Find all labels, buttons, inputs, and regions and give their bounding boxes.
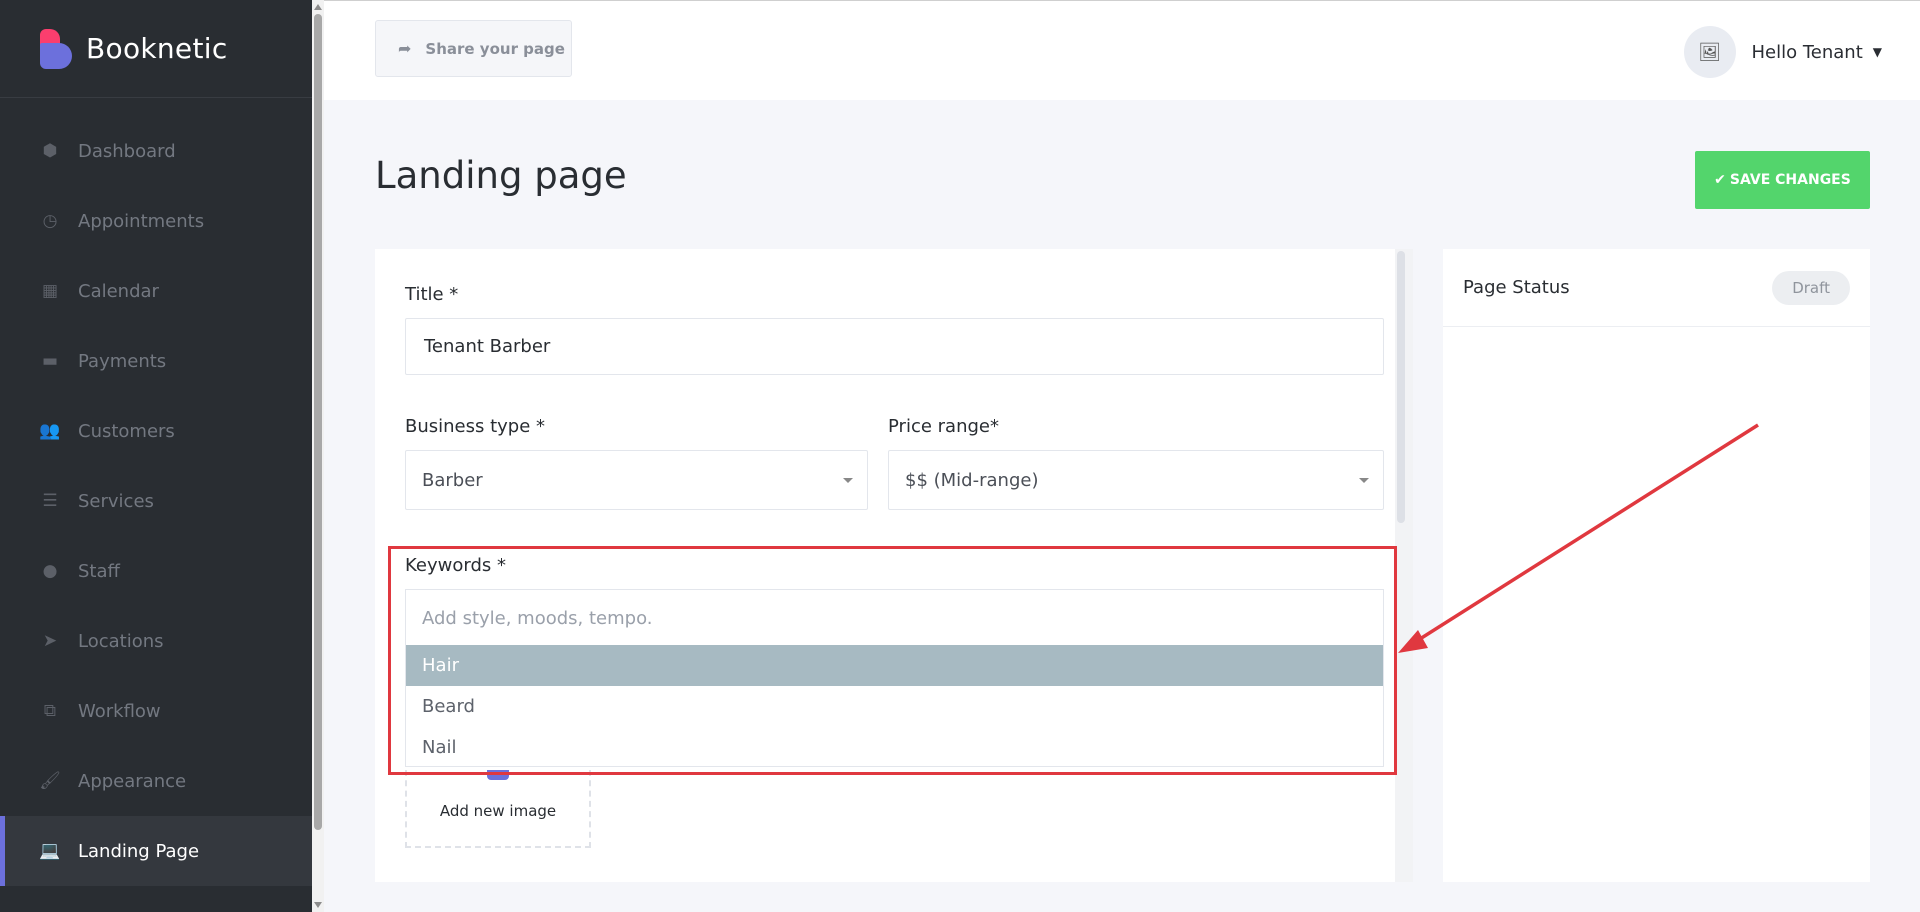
sidebar-item-label: Services	[78, 490, 154, 512]
wallet-icon: ▬	[41, 351, 59, 371]
scroll-down-icon[interactable]	[314, 902, 322, 908]
sidebar-item-appearance[interactable]: 🖌 Appearance	[0, 746, 312, 816]
add-new-image-button[interactable]: Add new image	[405, 770, 591, 848]
workflow-icon: ⧉	[43, 701, 57, 721]
user-icon: ●	[42, 561, 58, 581]
brand[interactable]: Booknetic	[0, 0, 312, 98]
sidebar-item-workflow[interactable]: ⧉ Workflow	[0, 676, 312, 746]
sidebar-item-label: Workflow	[78, 700, 161, 722]
title-label: Title *	[405, 284, 459, 305]
calendar-icon: ▦	[41, 281, 59, 301]
laptop-icon: 💻	[39, 841, 61, 861]
price-range-label: Price range*	[888, 416, 999, 437]
page-status-card: Page Status Draft	[1443, 249, 1870, 882]
booknetic-logo-icon	[40, 28, 72, 69]
page-status-title: Page Status	[1463, 277, 1570, 298]
sidebar-item-label: Calendar	[78, 280, 159, 302]
scrollbar-thumb[interactable]	[314, 14, 322, 830]
sidebar-item-calendar[interactable]: ▦ Calendar	[0, 256, 312, 326]
business-type-label: Business type *	[405, 416, 546, 437]
price-range-value: $$ (Mid-range)	[905, 469, 1039, 491]
avatar: 🖼	[1683, 26, 1736, 78]
status-badge: Draft	[1772, 270, 1850, 305]
sidebar-item-label: Payments	[78, 350, 167, 372]
image-upload-icon: 🖼	[1698, 41, 1721, 63]
form-scrollbar[interactable]	[1395, 249, 1413, 882]
save-changes-label: SAVE CHANGES	[1729, 172, 1851, 188]
annotation-highlight-box	[388, 546, 1397, 775]
sidebar-item-label: Dashboard	[78, 140, 176, 162]
sidebar-item-customers[interactable]: 👥 Customers	[0, 396, 312, 466]
sidebar-item-label: Landing Page	[78, 840, 200, 862]
sidebar-item-label: Staff	[78, 560, 120, 582]
sidebar-item-label: Customers	[78, 420, 175, 442]
users-icon: 👥	[39, 421, 61, 441]
list-icon: ☰	[42, 491, 58, 511]
sidebar-item-dashboard[interactable]: ⬢ Dashboard	[0, 116, 312, 186]
chevron-down-icon: ▼	[1872, 45, 1882, 59]
sidebar: Booknetic ⬢ Dashboard ◷ Appointments ▦ C…	[0, 0, 312, 912]
caret-down-icon	[843, 478, 853, 483]
location-arrow-icon: ➤	[42, 631, 58, 651]
title-input[interactable]: Tenant Barber	[405, 318, 1384, 375]
page-status-header: Page Status Draft	[1443, 249, 1870, 327]
page-scrollbar[interactable]	[312, 0, 324, 912]
share-page-label: Share your page	[425, 39, 565, 58]
scroll-up-icon[interactable]	[314, 4, 322, 10]
sidebar-menu: ⬢ Dashboard ◷ Appointments ▦ Calendar ▬ …	[0, 98, 312, 886]
sidebar-item-label: Appointments	[78, 210, 205, 232]
sidebar-item-label: Locations	[78, 630, 164, 652]
brush-icon: 🖌	[39, 771, 61, 791]
cube-icon: ⬢	[42, 141, 58, 161]
share-icon: ➦	[398, 39, 412, 58]
sidebar-item-appointments[interactable]: ◷ Appointments	[0, 186, 312, 256]
brand-name: Booknetic	[86, 32, 228, 65]
sidebar-item-staff[interactable]: ● Staff	[0, 536, 312, 606]
sidebar-item-landing-page[interactable]: 💻 Landing Page	[0, 816, 312, 886]
caret-down-icon	[1359, 478, 1369, 483]
price-range-select[interactable]: $$ (Mid-range)	[888, 450, 1384, 510]
user-greeting: Hello Tenant	[1751, 41, 1863, 63]
sidebar-item-label: Appearance	[78, 770, 187, 792]
sidebar-item-locations[interactable]: ➤ Locations	[0, 606, 312, 676]
form-scrollbar-thumb[interactable]	[1397, 251, 1405, 523]
business-type-value: Barber	[422, 469, 483, 491]
sidebar-item-services[interactable]: ☰ Services	[0, 466, 312, 536]
business-type-select[interactable]: Barber	[405, 450, 868, 510]
top-header: ➦ Share your page 🖼 Hello Tenant ▼	[324, 0, 1920, 100]
sidebar-item-payments[interactable]: ▬ Payments	[0, 326, 312, 396]
add-image-label: Add new image	[439, 802, 557, 820]
save-changes-button[interactable]: ✔ SAVE CHANGES	[1695, 151, 1870, 209]
check-icon: ✔	[1714, 172, 1726, 188]
user-menu[interactable]: 🖼 Hello Tenant ▼	[1683, 26, 1882, 78]
clock-icon: ◷	[42, 211, 58, 231]
share-page-button[interactable]: ➦ Share your page	[375, 20, 572, 77]
page-title: Landing page	[375, 154, 627, 197]
